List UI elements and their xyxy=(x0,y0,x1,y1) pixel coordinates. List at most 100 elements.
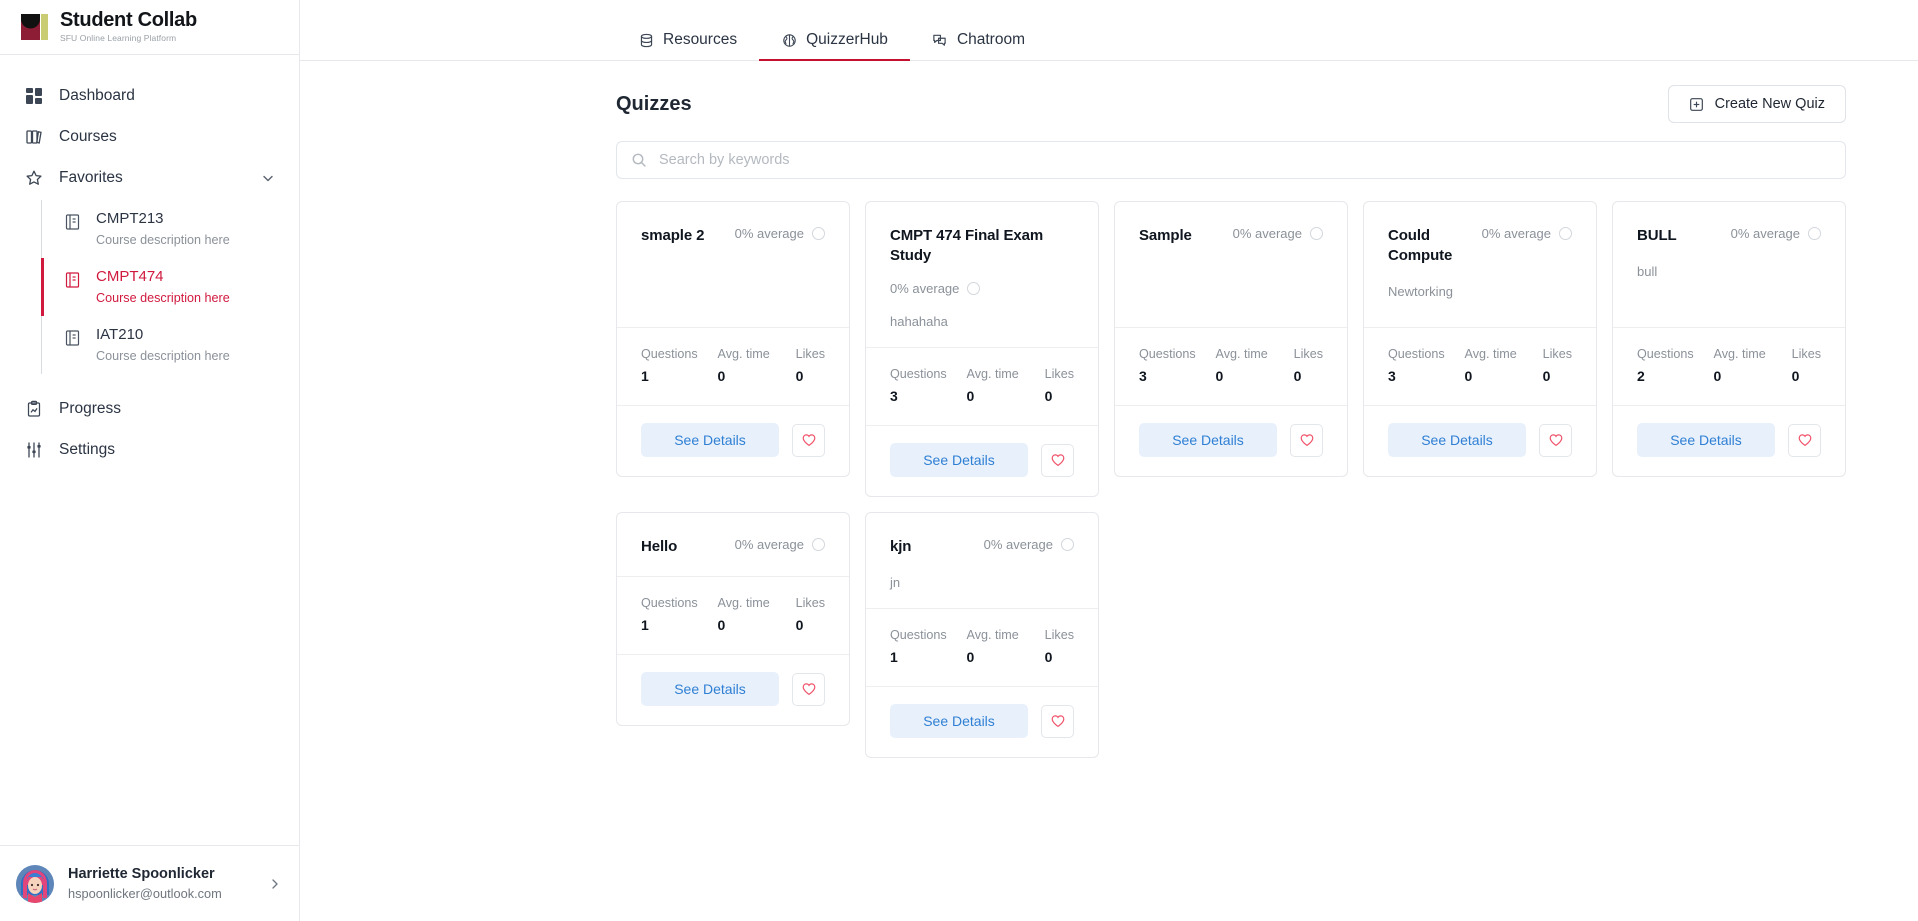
stat-label: Likes xyxy=(1293,347,1323,361)
chevron-down-icon[interactable] xyxy=(261,171,275,185)
quiz-title: Sample xyxy=(1139,227,1192,244)
quiz-card[interactable]: Hello 0% average Questions 1 Avg. time 0… xyxy=(616,512,850,726)
database-icon xyxy=(638,32,654,48)
quiz-card-footer: See Details xyxy=(1613,405,1845,476)
sidebar-item-settings[interactable]: Settings xyxy=(0,429,299,470)
avatar xyxy=(16,864,54,903)
stat-label: Likes xyxy=(795,596,825,610)
quizzes-panel: Quizzes Create New Quiz Search by keywor… xyxy=(300,61,1918,921)
main-content: Resources QuizzerHub Chatroom Quizzes Cr… xyxy=(300,0,1918,921)
stat-value: 3 xyxy=(890,388,898,404)
favorite-button[interactable] xyxy=(792,423,825,457)
progress-ring-icon xyxy=(1310,227,1323,240)
stat-value: 0 xyxy=(1791,368,1800,384)
see-details-button[interactable]: See Details xyxy=(890,443,1028,477)
sidebar-course-iat210[interactable]: IAT210 Course description here xyxy=(41,316,299,374)
tab-quizzerhub[interactable]: QuizzerHub xyxy=(759,21,910,61)
quiz-card[interactable]: CMPT 474 Final Exam Study 0% average hah… xyxy=(865,201,1099,497)
create-new-quiz-button[interactable]: Create New Quiz xyxy=(1667,85,1846,123)
see-details-button[interactable]: See Details xyxy=(641,423,779,457)
quiz-description: Newtorking xyxy=(1388,284,1454,299)
course-description: Course description here xyxy=(96,291,230,305)
stat-avg-time: Avg. time 0 xyxy=(967,627,1019,666)
quiz-card-top: kjn 0% average jn xyxy=(866,513,1098,608)
favorites-course-list: CMPT213 Course description here CMPT474 … xyxy=(0,200,299,374)
chevron-right-icon[interactable] xyxy=(269,877,281,891)
favorite-button[interactable] xyxy=(1041,704,1074,738)
favorite-button[interactable] xyxy=(1290,423,1323,457)
quiz-description: jn xyxy=(890,575,901,590)
stat-value: 0 xyxy=(795,617,804,633)
quiz-card[interactable]: Could Compute 0% average Newtorking Ques… xyxy=(1363,201,1597,477)
quiz-average-label: 0% average xyxy=(1232,226,1302,241)
favorite-button[interactable] xyxy=(1539,423,1572,457)
quiz-title: Could Compute xyxy=(1388,227,1453,264)
book-icon xyxy=(64,271,81,290)
stat-likes: Likes 0 xyxy=(1792,346,1821,385)
square-plus-icon xyxy=(1689,97,1704,112)
progress-ring-icon xyxy=(812,227,825,240)
quiz-card-stats: Questions 3 Avg. time 0 Likes 0 xyxy=(1115,327,1347,405)
stat-questions: Questions 2 xyxy=(1637,346,1694,385)
stat-value: 0 xyxy=(1542,368,1551,384)
quiz-average: 0% average xyxy=(890,281,1074,296)
stat-likes: Likes 0 xyxy=(1294,346,1323,385)
favorite-button[interactable] xyxy=(1041,443,1074,477)
sidebar-course-cmpt213[interactable]: CMPT213 Course description here xyxy=(41,200,299,258)
stat-questions: Questions 1 xyxy=(890,627,947,666)
brand-header[interactable]: Student Collab SFU Online Learning Platf… xyxy=(0,0,299,54)
stat-label: Questions xyxy=(1388,347,1445,361)
quiz-title: smaple 2 xyxy=(641,227,705,244)
quiz-card-stats: Questions 1 Avg. time 0 Likes 0 xyxy=(617,327,849,405)
brand-subtitle: SFU Online Learning Platform xyxy=(60,33,177,43)
quiz-card[interactable]: Sample 0% average Questions 3 Avg. time … xyxy=(1114,201,1348,477)
tab-chatroom[interactable]: Chatroom xyxy=(910,21,1047,61)
quiz-card-header: BULL 0% average xyxy=(1637,226,1821,246)
see-details-button[interactable]: See Details xyxy=(890,704,1028,738)
user-email: hspoonlicker@outlook.com xyxy=(68,885,222,901)
tab-bar: Resources QuizzerHub Chatroom xyxy=(300,0,1918,61)
quiz-card[interactable]: smaple 2 0% average Questions 1 Avg. tim… xyxy=(616,201,850,477)
sidebar-item-dashboard[interactable]: Dashboard xyxy=(0,75,299,116)
progress-ring-icon xyxy=(1559,227,1572,240)
book-icon xyxy=(64,329,81,348)
stat-label: Likes xyxy=(795,347,825,361)
quiz-card[interactable]: kjn 0% average jn Questions 1 Avg. time … xyxy=(865,512,1099,758)
stat-label: Likes xyxy=(1791,347,1821,361)
book-icon xyxy=(64,213,81,232)
sidebar-course-cmpt474[interactable]: CMPT474 Course description here xyxy=(41,258,299,316)
quiz-average: 0% average xyxy=(1233,226,1323,241)
heart-icon xyxy=(1299,432,1315,448)
books-icon xyxy=(24,127,43,146)
stat-avg-time: Avg. time 0 xyxy=(967,366,1019,405)
see-details-button[interactable]: See Details xyxy=(641,672,779,706)
favorite-button[interactable] xyxy=(1788,423,1821,457)
quiz-card-top: Sample 0% average xyxy=(1115,202,1347,327)
quiz-average-label: 0% average xyxy=(1481,226,1551,241)
favorite-button[interactable] xyxy=(792,672,825,706)
stat-value: 0 xyxy=(1215,368,1224,384)
progress-ring-icon xyxy=(1061,538,1074,551)
quiz-card[interactable]: BULL 0% average bull Questions 2 Avg. ti… xyxy=(1612,201,1846,477)
stat-label: Avg. time xyxy=(1464,347,1517,361)
sidebar-item-courses[interactable]: Courses xyxy=(0,116,299,157)
quiz-card-footer: See Details xyxy=(866,425,1098,496)
stat-value: 0 xyxy=(1293,368,1302,384)
stat-value: 0 xyxy=(717,617,726,633)
user-profile-button[interactable]: Harriette Spoonlicker hspoonlicker@outlo… xyxy=(0,845,299,921)
quiz-card-stats: Questions 3 Avg. time 0 Likes 0 xyxy=(1364,327,1596,405)
quiz-card-top: BULL 0% average bull xyxy=(1613,202,1845,327)
quiz-description: hahahaha xyxy=(890,314,948,329)
tab-resources[interactable]: Resources xyxy=(616,21,759,61)
quiz-card-stats: Questions 3 Avg. time 0 Likes 0 xyxy=(866,347,1098,425)
see-details-button[interactable]: See Details xyxy=(1139,423,1277,457)
search-input[interactable] xyxy=(616,141,1846,179)
sidebar-item-favorites[interactable]: Favorites xyxy=(0,157,299,198)
quiz-card-footer: See Details xyxy=(617,654,849,725)
course-description: Course description here xyxy=(96,349,230,363)
stat-label: Likes xyxy=(1044,367,1074,381)
see-details-button[interactable]: See Details xyxy=(1388,423,1526,457)
see-details-button[interactable]: See Details xyxy=(1637,423,1775,457)
sidebar-item-progress[interactable]: Progress xyxy=(0,388,299,429)
sidebar-nav: Dashboard Courses Favorites CMPT213 Cour… xyxy=(0,55,299,845)
